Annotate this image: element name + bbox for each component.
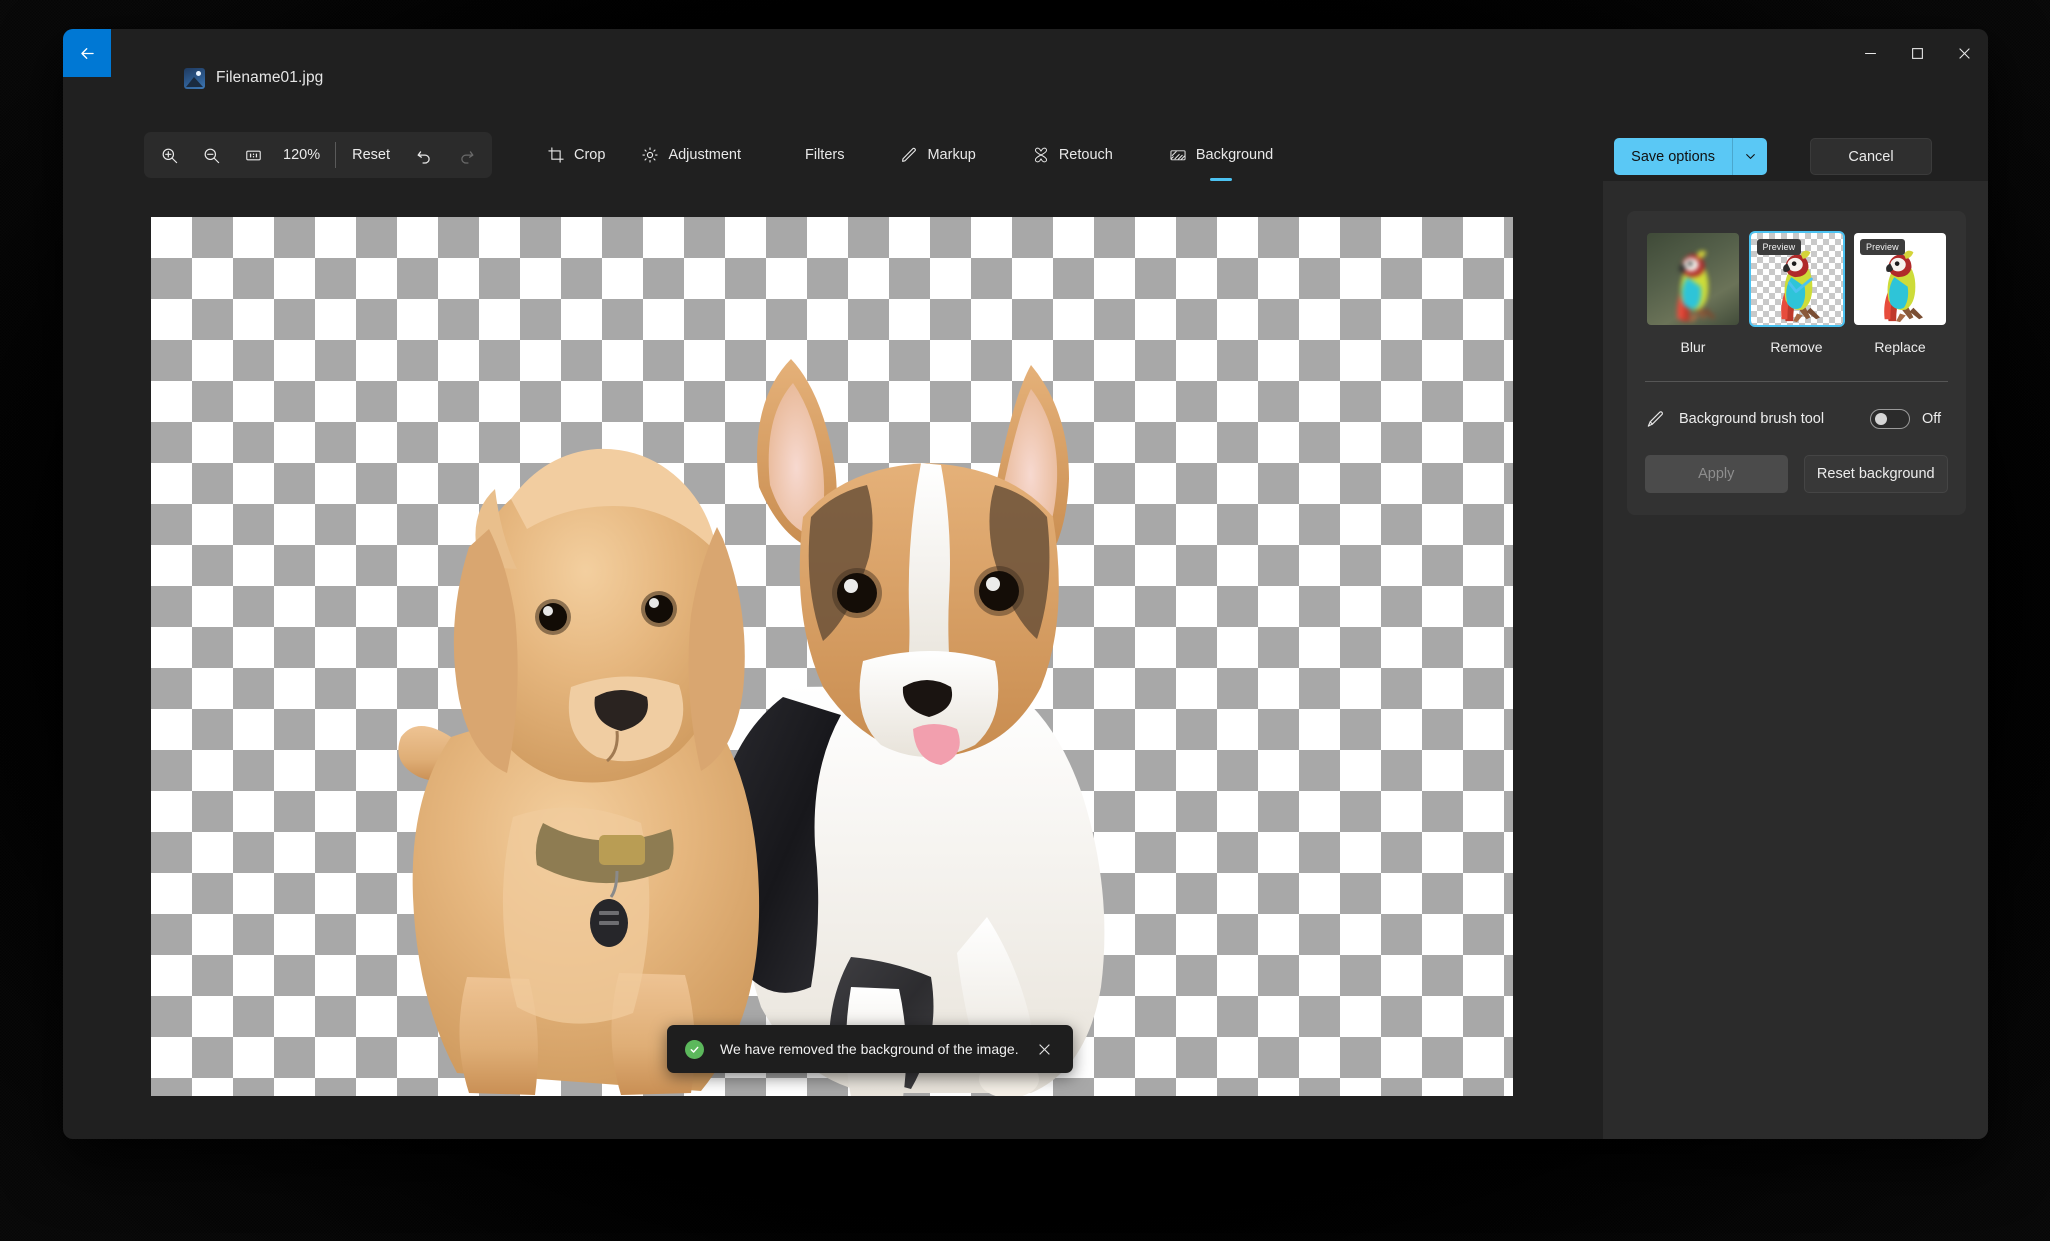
zoom-toolbar: 120% Reset bbox=[144, 132, 492, 178]
goldendoodle-dog bbox=[398, 448, 760, 1095]
zoom-out-icon bbox=[204, 148, 219, 163]
undo-button[interactable] bbox=[404, 136, 446, 174]
background-brush-row: Background brush tool Off bbox=[1643, 409, 1950, 429]
edited-image bbox=[398, 359, 1105, 1096]
preview-badge: Preview bbox=[1860, 239, 1905, 255]
background-option-replace[interactable]: Preview Replace bbox=[1852, 231, 1948, 355]
tab-background[interactable]: Background bbox=[1155, 137, 1287, 181]
tab-label: Crop bbox=[574, 147, 606, 163]
retouch-icon bbox=[1032, 146, 1050, 164]
preview-badge: Preview bbox=[1756, 239, 1802, 255]
maximize-icon bbox=[1912, 47, 1923, 59]
arrow-left-icon bbox=[80, 47, 94, 59]
background-brush-state: Off bbox=[1922, 411, 1942, 427]
tab-label: Markup bbox=[927, 147, 976, 163]
panel-actions: Apply Reset background bbox=[1643, 455, 1950, 493]
photo-editor-window: Filename01.jpg 120% Reset Crop Adjustmen… bbox=[63, 29, 1988, 1139]
undo-icon bbox=[418, 150, 431, 164]
background-brush-label: Background brush tool bbox=[1679, 411, 1825, 427]
panel-divider bbox=[1645, 381, 1948, 382]
background-icon bbox=[1169, 146, 1187, 164]
toggle-knob bbox=[1875, 413, 1887, 425]
tab-indicator bbox=[1210, 178, 1233, 181]
background-options-card: Blur Preview Remove Preview Replace Back… bbox=[1627, 211, 1966, 515]
back-button[interactable] bbox=[63, 29, 111, 77]
chevron-down-icon bbox=[1745, 154, 1755, 159]
toast-close-button[interactable] bbox=[1031, 1036, 1057, 1062]
minimize-icon bbox=[1865, 52, 1876, 54]
toast-message: We have removed the background of the im… bbox=[720, 1041, 1019, 1057]
toast-notification: We have removed the background of the im… bbox=[667, 1025, 1073, 1073]
tab-label: Background bbox=[1195, 147, 1274, 163]
close-button[interactable] bbox=[1941, 29, 1988, 77]
cancel-button[interactable]: Cancel bbox=[1810, 138, 1932, 175]
editor-tabs: Crop Adjustment Filters Markup Retouch B… bbox=[533, 132, 1287, 181]
maximize-button[interactable] bbox=[1894, 29, 1941, 77]
tab-crop[interactable]: Crop bbox=[533, 137, 619, 173]
one-to-one-icon bbox=[245, 150, 261, 160]
success-check-icon bbox=[685, 1039, 704, 1059]
corgi-dog bbox=[712, 359, 1105, 1096]
brush-icon bbox=[1645, 409, 1665, 429]
save-options-label: Save options bbox=[1631, 148, 1715, 165]
zoom-out-button[interactable] bbox=[190, 136, 232, 174]
save-options-button[interactable]: Save options bbox=[1614, 138, 1767, 175]
thumbnail-remove: Preview bbox=[1748, 231, 1845, 327]
background-mode-options: Blur Preview Remove Preview Replace bbox=[1643, 231, 1950, 355]
tab-label: Retouch bbox=[1058, 147, 1113, 163]
tab-adjustment[interactable]: Adjustment bbox=[627, 137, 755, 173]
close-icon bbox=[1038, 1043, 1050, 1055]
crop-icon bbox=[547, 146, 565, 164]
tab-filters[interactable]: Filters bbox=[791, 138, 858, 172]
save-options-dropdown[interactable] bbox=[1732, 138, 1767, 175]
apply-button[interactable]: Apply bbox=[1645, 455, 1788, 493]
minimize-button[interactable] bbox=[1847, 29, 1894, 77]
screen: Filename01.jpg 120% Reset Crop Adjustmen… bbox=[0, 0, 2050, 1241]
thumbnail-blur bbox=[1645, 231, 1741, 327]
zoom-level-label: 120% bbox=[283, 147, 321, 163]
close-icon bbox=[1959, 47, 1970, 59]
tab-label: Adjustment bbox=[668, 147, 741, 163]
zoom-in-button[interactable] bbox=[148, 136, 190, 174]
background-brush-toggle[interactable] bbox=[1870, 409, 1910, 429]
brightness-icon bbox=[641, 146, 659, 164]
redo-button[interactable] bbox=[446, 136, 488, 174]
thumbnail-replace: Preview bbox=[1852, 231, 1948, 327]
pen-icon bbox=[900, 146, 918, 164]
tab-markup[interactable]: Markup bbox=[886, 137, 989, 173]
option-label: Remove bbox=[1770, 339, 1823, 355]
background-option-remove[interactable]: Preview Remove bbox=[1748, 231, 1845, 355]
toolbar-divider bbox=[335, 142, 337, 168]
option-label: Blur bbox=[1680, 339, 1706, 355]
redo-icon bbox=[461, 150, 474, 164]
title-bar: Filename01.jpg bbox=[63, 29, 1988, 91]
tab-retouch[interactable]: Retouch bbox=[1018, 137, 1127, 173]
image-canvas[interactable] bbox=[151, 217, 1513, 1096]
file-name-label: Filename01.jpg bbox=[216, 69, 324, 86]
window-controls bbox=[1847, 29, 1988, 77]
background-panel: Blur Preview Remove Preview Replace Back… bbox=[1603, 181, 1988, 1139]
toolbar-row: 120% Reset Crop Adjustment Filters Marku… bbox=[63, 91, 1988, 181]
reset-background-button[interactable]: Reset background bbox=[1803, 455, 1948, 493]
parrot-image bbox=[1677, 250, 1716, 323]
option-label: Replace bbox=[1874, 339, 1926, 355]
background-option-blur[interactable]: Blur bbox=[1645, 231, 1741, 355]
photo-icon bbox=[184, 68, 205, 89]
actual-size-button[interactable] bbox=[232, 136, 274, 174]
tab-label: Filters bbox=[804, 147, 845, 163]
zoom-in-icon bbox=[162, 148, 177, 163]
reset-button[interactable]: Reset bbox=[338, 138, 404, 172]
